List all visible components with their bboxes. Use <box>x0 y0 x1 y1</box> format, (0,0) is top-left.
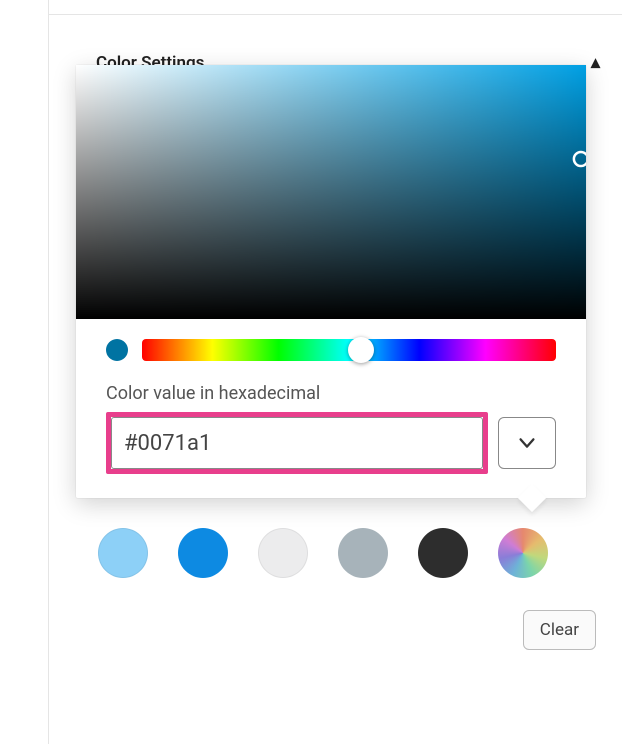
chevron-up-icon: ▴ <box>591 52 600 73</box>
hex-input-highlight <box>106 412 488 474</box>
color-format-dropdown-button[interactable] <box>498 417 556 469</box>
hex-input[interactable] <box>111 417 483 469</box>
clear-button[interactable]: Clear <box>523 610 596 650</box>
saturation-gradient <box>76 65 586 319</box>
hue-slider-row <box>76 319 586 369</box>
swatch-blue[interactable] <box>178 528 228 578</box>
current-color-dot <box>106 339 128 361</box>
panel-divider-horizontal <box>49 14 622 15</box>
color-picker-popover: Color value in hexadecimal <box>76 65 586 498</box>
swatch-custom-color-wheel[interactable] <box>498 528 548 578</box>
chevron-down-icon <box>516 432 538 454</box>
color-swatches-row <box>98 528 548 578</box>
hue-slider-thumb[interactable] <box>348 337 374 363</box>
swatch-light-gray[interactable] <box>258 528 308 578</box>
swatch-gray[interactable] <box>338 528 388 578</box>
swatch-light-blue[interactable] <box>98 528 148 578</box>
hue-slider[interactable] <box>142 339 556 361</box>
panel-divider-vertical <box>48 0 49 744</box>
saturation-value-area[interactable] <box>76 65 586 319</box>
popover-arrow <box>518 484 546 512</box>
hex-input-section: Color value in hexadecimal <box>76 369 586 474</box>
hex-input-row <box>106 412 556 474</box>
swatch-dark[interactable] <box>418 528 468 578</box>
hex-input-label: Color value in hexadecimal <box>106 383 556 404</box>
